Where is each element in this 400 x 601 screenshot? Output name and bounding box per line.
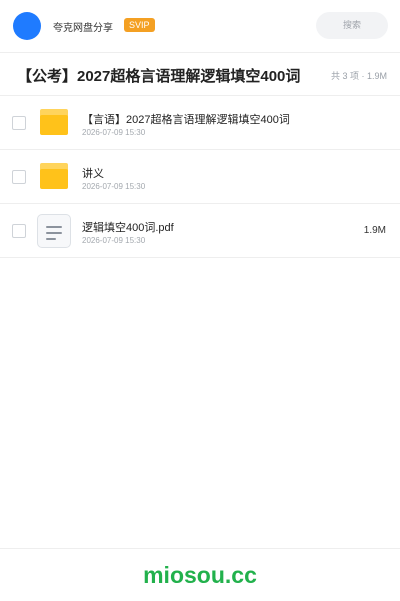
folder-meta: 共 3 项 · 1.9M <box>330 71 387 81</box>
document-icon <box>37 214 71 248</box>
page-title: 【公考】2027超格言语理解逻辑填空400词 <box>17 68 301 85</box>
file-date: 2026-07-09 15:30 <box>82 236 146 245</box>
row-checkbox[interactable] <box>12 116 26 130</box>
folder-header: 【公考】2027超格言语理解逻辑填空400词 共 3 项 · 1.9M <box>0 53 400 96</box>
file-size: 1.9M <box>363 225 386 236</box>
footer-brand: miosou.cc <box>143 562 257 588</box>
footer: miosou.cc <box>0 548 400 601</box>
file-date: 2026-07-09 15:30 <box>82 128 146 137</box>
folder-icon <box>40 163 68 189</box>
folder-icon <box>40 109 68 135</box>
file-name[interactable]: 逻辑填空400词.pdf <box>82 219 174 235</box>
row-checkbox[interactable] <box>12 170 26 184</box>
file-row[interactable]: 【言语】2027超格言语理解逻辑填空400词 2026-07-09 15:30 <box>0 96 400 150</box>
file-row[interactable]: 逻辑填空400词.pdf 2026-07-09 15:30 1.9M <box>0 204 400 258</box>
file-date: 2026-07-09 15:30 <box>82 182 146 191</box>
search-input[interactable]: 搜索 <box>316 12 388 39</box>
file-row[interactable]: 讲义 2026-07-09 15:30 <box>0 150 400 204</box>
top-bar: 夸克网盘分享 SVIP 搜索 <box>0 0 400 53</box>
file-name[interactable]: 【言语】2027超格言语理解逻辑填空400词 <box>82 111 290 127</box>
row-checkbox[interactable] <box>12 224 26 238</box>
username: 夸克网盘分享 <box>53 23 113 34</box>
avatar[interactable] <box>13 12 41 40</box>
file-name[interactable]: 讲义 <box>82 165 104 181</box>
svip-badge: SVIP <box>124 18 155 32</box>
